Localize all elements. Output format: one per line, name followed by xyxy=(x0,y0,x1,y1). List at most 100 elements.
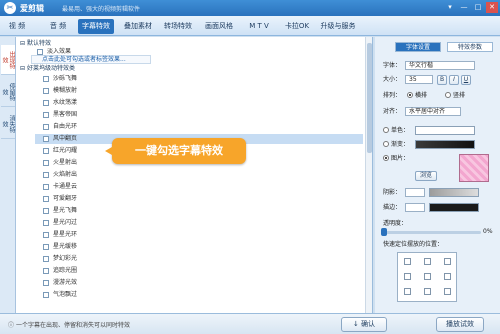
maximize-button[interactable]: □ xyxy=(472,2,484,13)
checkbox[interactable] xyxy=(43,219,49,226)
tab-styles[interactable]: 画面风格 xyxy=(200,19,238,34)
opacity-slider-knob[interactable] xyxy=(381,228,387,236)
info-icon: ⓘ xyxy=(8,322,15,329)
hint-tip: 点击此处可勾选或者标签效果... xyxy=(31,55,151,64)
tab-font-settings[interactable]: 字体设置 xyxy=(395,42,441,52)
hollywood-group[interactable]: ⊟ 好莱坞级动特效类 xyxy=(20,65,75,73)
shadow-size-input[interactable] xyxy=(405,188,425,197)
effect-list-item[interactable]: 漫游光效 xyxy=(43,278,363,288)
effect-list-item[interactable]: 追踪光圈 xyxy=(43,266,363,276)
effect-list-item[interactable]: 沙砾飞舞 xyxy=(43,74,363,84)
checkbox[interactable] xyxy=(43,231,49,238)
tab-audio[interactable]: 音 频 xyxy=(44,19,72,34)
checkbox[interactable] xyxy=(43,207,49,214)
tab-karaoke[interactable]: 卡拉OK xyxy=(282,19,312,34)
tab-transitions[interactable]: 转场特效 xyxy=(160,19,196,34)
browse-button[interactable]: 浏览 xyxy=(415,171,437,181)
single-color-swatch[interactable] xyxy=(415,126,475,135)
effect-list-item[interactable]: 可爱翻牙 xyxy=(43,194,363,204)
status-text: ⓘ 一个字幕在出现、停留和消失可以同时特效 xyxy=(8,320,130,329)
effect-label: 星光闪过 xyxy=(53,219,78,226)
position-bottom-left[interactable] xyxy=(404,288,411,295)
effect-list-item[interactable]: 气泡飘过 xyxy=(43,290,363,300)
checkbox[interactable] xyxy=(43,99,49,106)
effect-list-item[interactable]: 模糊放射 xyxy=(43,86,363,96)
effect-label: 梦幻彩光 xyxy=(53,255,78,262)
position-top-center[interactable] xyxy=(424,258,431,265)
italic-button[interactable]: I xyxy=(449,75,459,85)
font-select[interactable]: 华文行楷 xyxy=(405,61,475,70)
effect-list-item[interactable]: 水纹荡漾 xyxy=(43,98,363,108)
gradient-radio[interactable] xyxy=(383,141,389,147)
checkbox[interactable] xyxy=(43,111,49,118)
horizontal-radio[interactable] xyxy=(407,92,413,98)
position-center[interactable] xyxy=(424,273,431,280)
tab-appear-effect[interactable]: 出现特效 xyxy=(1,45,15,75)
vertical-radio[interactable] xyxy=(445,92,451,98)
checkbox[interactable] xyxy=(43,255,49,262)
checkbox[interactable] xyxy=(43,123,49,130)
size-input[interactable]: 35 xyxy=(405,75,433,84)
checkbox[interactable] xyxy=(43,183,49,190)
effect-list-item[interactable]: 星光缓移 xyxy=(43,242,363,252)
shadow-color-swatch[interactable] xyxy=(429,188,479,197)
close-button[interactable]: ✕ xyxy=(486,2,498,13)
bold-button[interactable]: B xyxy=(437,75,447,85)
position-label: 快速定位摆放的位置： xyxy=(383,241,444,248)
effect-list-item[interactable]: 自由光环 xyxy=(43,122,363,132)
menu-dropdown-icon[interactable]: ▾ xyxy=(444,2,456,13)
position-middle-left[interactable] xyxy=(404,273,411,280)
checkbox[interactable] xyxy=(37,48,43,55)
effect-list-item[interactable]: 火焰射出 xyxy=(43,170,363,180)
checkbox[interactable] xyxy=(43,75,49,82)
checkbox[interactable] xyxy=(43,147,49,154)
effect-label: 星光飞舞 xyxy=(53,207,78,214)
apply-button-label: 确认 xyxy=(361,320,376,328)
position-bottom-right[interactable] xyxy=(444,288,451,295)
opacity-slider[interactable] xyxy=(381,228,481,236)
align-select[interactable]: 水平居中对齐 xyxy=(405,107,461,116)
stroke-size-input[interactable] xyxy=(405,203,425,212)
checkbox[interactable] xyxy=(43,171,49,178)
image-radio[interactable] xyxy=(383,155,389,161)
tab-overlay[interactable]: 叠加素材 xyxy=(120,19,156,34)
tab-effect-params[interactable]: 特效参数 xyxy=(447,42,493,52)
vertical-scrollbar[interactable] xyxy=(365,37,372,313)
tab-upgrade[interactable]: 升级与服务 xyxy=(316,19,360,34)
position-middle-right[interactable] xyxy=(444,273,451,280)
tab-stay-effect[interactable]: 停留特效 xyxy=(1,77,15,107)
underline-button[interactable]: U xyxy=(461,75,471,85)
checkbox[interactable] xyxy=(43,279,49,286)
effect-label: 自由光环 xyxy=(53,123,78,130)
effect-list-item[interactable]: 梦幻彩光 xyxy=(43,254,363,264)
single-color-radio[interactable] xyxy=(383,127,389,133)
position-top-left[interactable] xyxy=(404,258,411,265)
checkbox[interactable] xyxy=(43,159,49,166)
position-top-right[interactable] xyxy=(444,258,451,265)
checkbox[interactable] xyxy=(43,195,49,202)
effect-list-item[interactable]: 卡通星云 xyxy=(43,182,363,192)
minimize-button[interactable]: — xyxy=(458,2,470,13)
effect-list-item[interactable]: 星星光环 xyxy=(43,230,363,240)
stroke-color-swatch[interactable] xyxy=(429,203,479,212)
effect-label: 火焰射出 xyxy=(53,171,78,178)
checkbox[interactable] xyxy=(43,267,49,274)
checkbox[interactable] xyxy=(43,135,49,142)
tab-video[interactable]: 视 频 xyxy=(4,19,30,34)
gradient-swatch[interactable] xyxy=(415,140,475,149)
effect-list-item[interactable]: 黑客帝国 xyxy=(43,110,363,120)
tab-subtitle-effects[interactable]: 字幕特效 xyxy=(78,19,114,34)
checkbox[interactable] xyxy=(43,87,49,94)
scroll-thumb[interactable] xyxy=(367,43,372,153)
play-preview-button[interactable]: 播放试效 xyxy=(436,317,484,332)
checkbox[interactable] xyxy=(43,291,49,298)
tab-mtv[interactable]: M T V xyxy=(242,19,276,34)
effect-list-item[interactable]: 星光飞舞 xyxy=(43,206,363,216)
font-label: 字体： xyxy=(383,62,402,69)
effect-list-item[interactable]: 星光闪过 xyxy=(43,218,363,228)
apply-button[interactable]: ↓ 确认 xyxy=(341,317,387,332)
tab-disappear-effect[interactable]: 消失特效 xyxy=(1,109,15,139)
app-logo-icon: ✂ xyxy=(4,2,16,14)
position-bottom-center[interactable] xyxy=(424,288,431,295)
checkbox[interactable] xyxy=(43,243,49,250)
